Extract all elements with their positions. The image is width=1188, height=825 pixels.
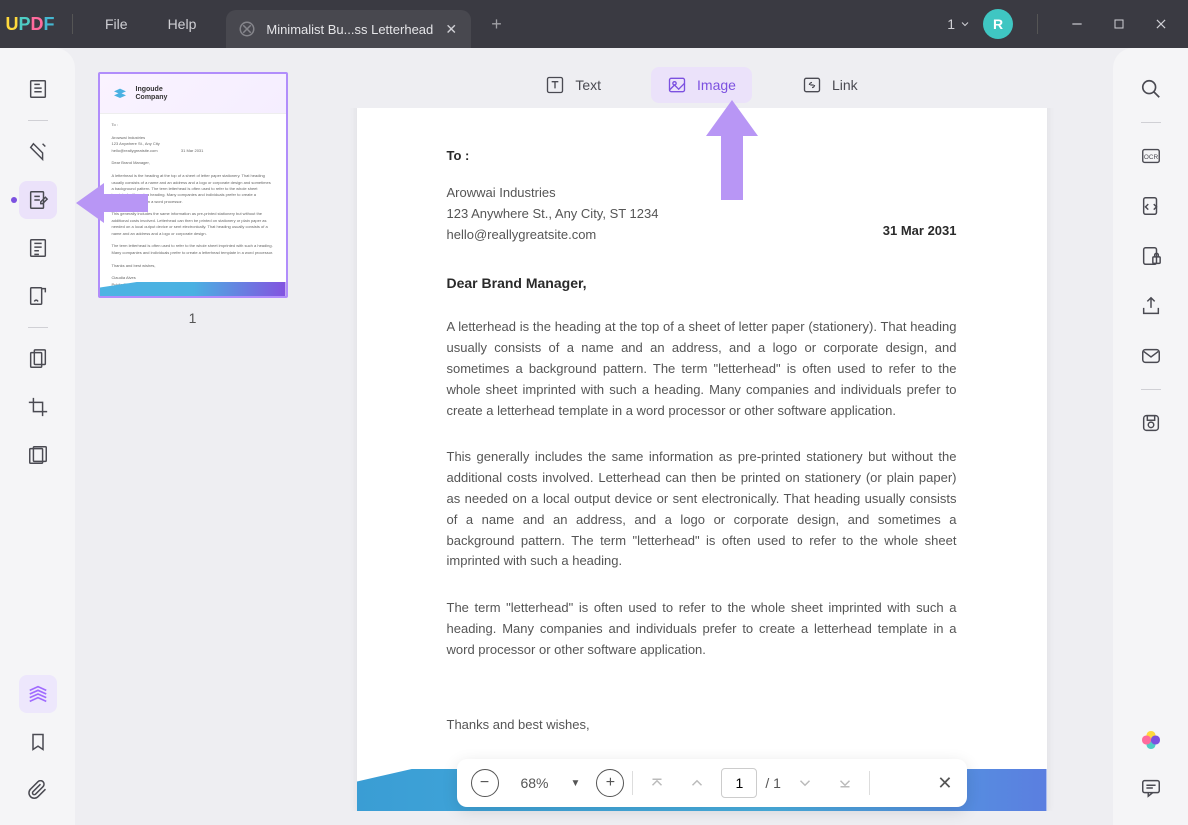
email-button[interactable] (1132, 337, 1170, 375)
zoom-in-button[interactable]: + (596, 769, 624, 797)
closing: Thanks and best wishes, (447, 717, 957, 732)
active-indicator-dot (11, 197, 17, 203)
minimize-button[interactable] (1062, 9, 1092, 39)
paragraph-2: This generally includes the same informa… (447, 447, 957, 572)
thumb-company-name1: Ingoude (136, 86, 168, 94)
divider (1037, 14, 1038, 34)
text-button-label: Text (575, 77, 601, 93)
share-button[interactable] (1132, 287, 1170, 325)
tab-title: Minimalist Bu...ss Letterhead (266, 22, 433, 37)
document-scroll-area[interactable]: To : Arowwai Industries 123 Anywhere St.… (310, 108, 1093, 811)
paragraph-1: A letterhead is the heading at the top o… (447, 317, 957, 421)
help-menu[interactable]: Help (148, 16, 217, 32)
bottom-toolbar: − 68% ▼ + / 1 ✕ (457, 759, 967, 807)
sidebar-separator (28, 120, 48, 121)
close-toolbar-button[interactable]: ✕ (937, 773, 952, 794)
user-avatar[interactable]: R (983, 9, 1013, 39)
recipient-address: Arowwai Industries 123 Anywhere St., Any… (447, 183, 659, 245)
thumb-footer (100, 282, 286, 296)
document-tab-icon (238, 20, 256, 38)
left-sidebar (0, 48, 75, 825)
thumb-body-preview: To :Arowwai Industries123 Anywhere St., … (100, 114, 286, 296)
add-text-button[interactable]: Text (529, 67, 617, 103)
fill-sign-tool[interactable] (19, 277, 57, 315)
zoom-out-button[interactable]: − (471, 769, 499, 797)
ai-assistant-button[interactable] (1132, 721, 1170, 759)
next-page-button[interactable] (789, 767, 821, 799)
thumbnail-panel: Ingoude Company To :Arowwai Industries12… (75, 48, 310, 825)
maximize-button[interactable] (1104, 9, 1134, 39)
app-logo: UPDF (0, 14, 60, 35)
thumbnails-panel[interactable] (19, 675, 57, 713)
image-button-label: Image (697, 77, 736, 93)
convert-button[interactable] (1132, 187, 1170, 225)
reader-tool[interactable] (19, 70, 57, 108)
protect-button[interactable] (1132, 237, 1170, 275)
document-tab[interactable]: Minimalist Bu...ss Letterhead ✕ (226, 10, 471, 48)
sidebar-separator (1141, 389, 1161, 390)
save-button[interactable] (1132, 404, 1170, 442)
thumb-company-logo (112, 86, 128, 102)
document-page[interactable]: To : Arowwai Industries 123 Anywhere St.… (357, 108, 1047, 811)
link-button-label: Link (832, 77, 858, 93)
crop-tool[interactable] (19, 388, 57, 426)
edit-tool[interactable] (19, 181, 57, 219)
new-tab-button[interactable]: + (491, 14, 502, 35)
add-link-button[interactable]: Link (786, 67, 874, 103)
thumb-company-name2: Company (136, 94, 168, 102)
first-page-button[interactable] (641, 767, 673, 799)
watermark-tool[interactable] (19, 436, 57, 474)
sidebar-bottom-group (19, 675, 57, 809)
tab-close-button[interactable]: ✕ (443, 21, 459, 37)
right-sidebar: OCR (1113, 48, 1188, 825)
recipient-email: hello@reallygreatsite.com (447, 225, 659, 246)
paragraph-3: The term "letterhead" is often used to r… (447, 598, 957, 660)
recipient-name: Arowwai Industries (447, 183, 659, 204)
workspace: Ingoude Company To :Arowwai Industries12… (0, 48, 1188, 825)
attachments-panel[interactable] (19, 771, 57, 809)
ocr-button[interactable]: OCR (1132, 137, 1170, 175)
thumbnail-page-number: 1 (189, 310, 197, 326)
svg-text:OCR: OCR (1143, 154, 1158, 161)
prev-page-button[interactable] (681, 767, 713, 799)
cloud-count[interactable]: 1 (947, 16, 971, 32)
bookmarks-panel[interactable] (19, 723, 57, 761)
comment-panel-button[interactable] (1132, 769, 1170, 807)
recipient-street: 123 Anywhere St., Any City, ST 1234 (447, 204, 659, 225)
bar-separator (869, 771, 870, 795)
salutation: Dear Brand Manager, (447, 275, 957, 291)
right-bottom-group (1132, 721, 1170, 807)
page-tool[interactable] (19, 340, 57, 378)
titlebar: UPDF File Help Minimalist Bu...ss Letter… (0, 0, 1188, 48)
sidebar-separator (1141, 122, 1161, 123)
page-thumbnail[interactable]: Ingoude Company To :Arowwai Industries12… (98, 72, 288, 298)
sidebar-separator (28, 327, 48, 328)
organize-tool[interactable] (19, 229, 57, 267)
file-menu[interactable]: File (85, 16, 148, 32)
page-total: / 1 (765, 775, 781, 791)
divider (72, 14, 73, 34)
comment-tool[interactable] (19, 133, 57, 171)
add-image-button[interactable]: Image (651, 67, 752, 103)
edit-toolbar: Text Image Link (310, 62, 1093, 108)
zoom-dropdown[interactable]: ▼ (571, 778, 581, 789)
main-area: Text Image Link To : Arowwai Industries … (310, 48, 1113, 825)
page-number-input[interactable] (721, 768, 757, 798)
zoom-value[interactable]: 68% (507, 775, 563, 791)
last-page-button[interactable] (829, 767, 861, 799)
titlebar-right: 1 R (947, 9, 1188, 39)
cloud-count-label: 1 (947, 16, 955, 32)
letter-date: 31 Mar 2031 (883, 223, 957, 238)
search-button[interactable] (1132, 70, 1170, 108)
close-window-button[interactable] (1146, 9, 1176, 39)
bar-separator (632, 771, 633, 795)
doc-to-label: To : (447, 148, 957, 163)
